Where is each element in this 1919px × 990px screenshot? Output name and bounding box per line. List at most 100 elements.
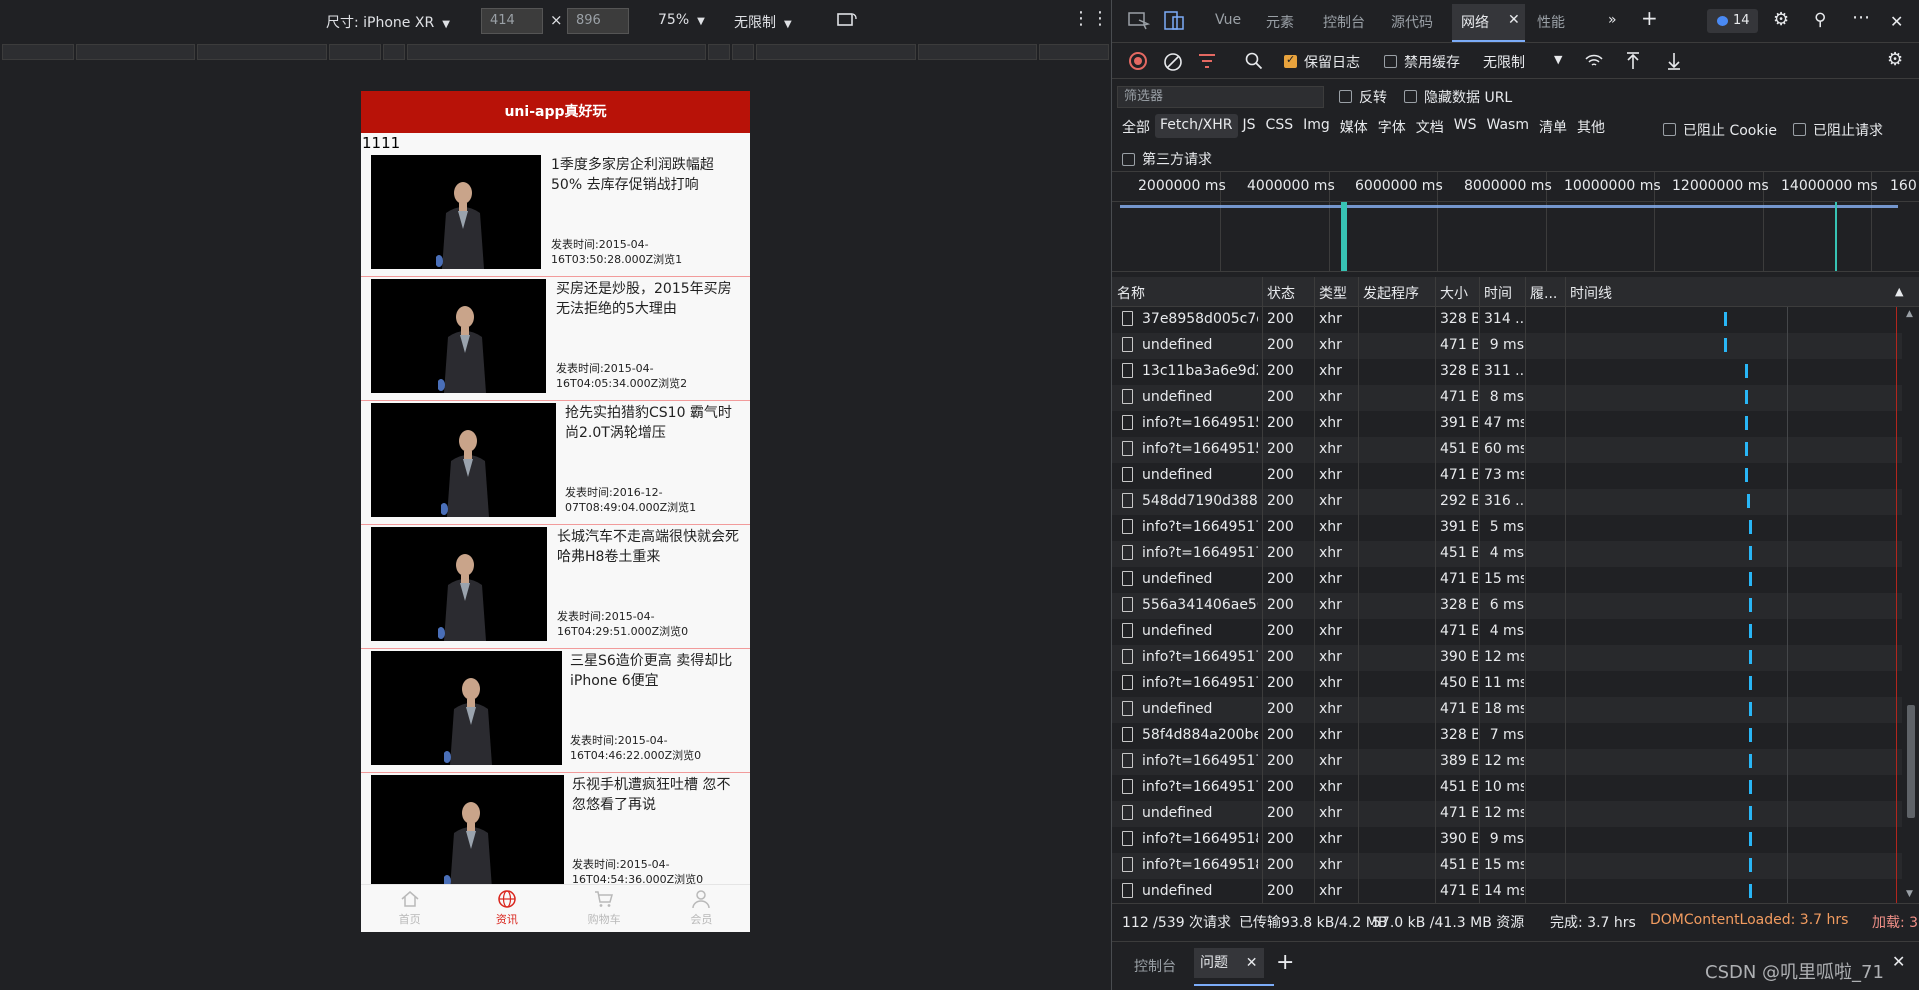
request-row[interactable]: undefined 200 xhr 471 B 73 ms xyxy=(1112,463,1902,489)
device-select[interactable]: 尺寸: iPhone XR ▼ xyxy=(326,12,450,32)
tab-cart[interactable]: 购物车 xyxy=(556,885,653,932)
throttle-select[interactable]: 无限制 ▼ xyxy=(734,12,792,32)
scrollbar-thumb[interactable] xyxy=(1907,705,1915,818)
type-manifest[interactable]: 清单 xyxy=(1534,114,1572,138)
col-name[interactable]: 名称 xyxy=(1117,283,1145,303)
type-js[interactable]: JS xyxy=(1238,114,1261,138)
type-fetch-xhr[interactable]: Fetch/XHR xyxy=(1155,114,1238,138)
ruler-segment[interactable] xyxy=(406,44,707,60)
news-item[interactable]: 三星S6造价更高 卖得却比iPhone 6便宜 发表时间:2015-04-16T0… xyxy=(361,649,750,773)
rows-scrollbar[interactable]: ▲ ▼ xyxy=(1902,307,1919,903)
request-row[interactable]: undefined 200 xhr 471 B 15 ms xyxy=(1112,567,1902,593)
type-font[interactable]: 字体 xyxy=(1373,114,1411,138)
tab-member[interactable]: 会员 xyxy=(653,885,750,932)
request-row[interactable]: info?t=16649515944... 200 xhr 391 B 47 ms xyxy=(1112,411,1902,437)
type-other[interactable]: 其他 xyxy=(1572,114,1610,138)
blocked-cookie-checkbox[interactable] xyxy=(1663,123,1676,136)
news-item[interactable]: 抢先实拍猎豹CS10 霸气时尚2.0T涡轮增压 发表时间:2016-12-07T0… xyxy=(361,401,750,525)
request-row[interactable]: undefined 200 xhr 471 B 9 ms xyxy=(1112,333,1902,359)
sort-up-icon[interactable]: ▲ xyxy=(1895,285,1903,298)
disable-cache-checkbox[interactable] xyxy=(1384,55,1397,68)
more-options-icon[interactable]: ⋮⋮ xyxy=(1072,8,1110,29)
type-wasm[interactable]: Wasm xyxy=(1482,114,1534,138)
request-row[interactable]: 37e8958d005c7d81c... 200 xhr 328 B 314 ... xyxy=(1112,307,1902,333)
tab-performance[interactable]: 性能 xyxy=(1537,12,1565,32)
request-row[interactable]: info?t=16649517237... 200 xhr 451 B 4 ms xyxy=(1112,541,1902,567)
scroll-down-icon[interactable]: ▼ xyxy=(1906,889,1913,899)
request-row[interactable]: info?t=16649517614... 200 xhr 451 B 10 ms xyxy=(1112,775,1902,801)
tab-sources[interactable]: 源代码 xyxy=(1391,12,1433,32)
overview-selection-handle[interactable] xyxy=(1341,202,1347,271)
network-overview[interactable]: 2000000 ms 4000000 ms 6000000 ms 8000000… xyxy=(1112,172,1919,272)
ruler-segment[interactable] xyxy=(2,44,74,60)
issues-badge[interactable]: 14 xyxy=(1707,9,1758,33)
ruler-segment[interactable] xyxy=(755,44,916,60)
news-item[interactable]: 1季度多家房企利润跌幅超50% 去库存促销战打响 发表时间:2015-04-16T… xyxy=(361,153,750,277)
preserve-log-checkbox[interactable] xyxy=(1284,53,1297,68)
col-fulfilled[interactable]: 履... xyxy=(1530,283,1557,303)
request-row[interactable]: undefined 200 xhr 471 B 4 ms xyxy=(1112,619,1902,645)
col-initiator[interactable]: 发起程序 xyxy=(1363,283,1419,303)
add-drawer-tab-icon[interactable]: + xyxy=(1276,950,1294,975)
width-input[interactable]: 414 xyxy=(481,8,543,34)
ruler-segment[interactable] xyxy=(382,44,405,60)
record-icon[interactable] xyxy=(1129,52,1147,70)
request-row[interactable]: 58f4d884a200bea44... 200 xhr 328 B 7 ms xyxy=(1112,723,1902,749)
more-menu-icon[interactable]: ⋯ xyxy=(1852,7,1870,28)
request-row[interactable]: info?t=16649518035... 200 xhr 390 B 9 ms xyxy=(1112,827,1902,853)
ruler-segment[interactable] xyxy=(329,44,381,60)
request-row[interactable]: info?t=16649517614... 200 xhr 389 B 12 ms xyxy=(1112,749,1902,775)
scroll-up-icon[interactable]: ▲ xyxy=(1906,309,1913,319)
filter-icon[interactable] xyxy=(1198,53,1216,69)
type-media[interactable]: 媒体 xyxy=(1335,114,1373,138)
search-icon[interactable] xyxy=(1245,52,1263,70)
invert-checkbox[interactable] xyxy=(1339,90,1352,103)
news-item[interactable]: 乐视手机遭疯狂吐槽 忽不忽悠看了再说 发表时间:2015-04-16T04:54:… xyxy=(361,773,750,897)
add-tab-icon[interactable]: + xyxy=(1641,6,1658,30)
drawer-tab-console[interactable]: 控制台 xyxy=(1134,956,1176,976)
ruler-segment[interactable] xyxy=(1039,44,1109,60)
ruler-segment[interactable] xyxy=(708,44,730,60)
col-time[interactable]: 时间 xyxy=(1484,283,1512,303)
tab-news[interactable]: 资讯 xyxy=(458,885,555,932)
request-row[interactable]: undefined 200 xhr 471 B 18 ms xyxy=(1112,697,1902,723)
more-tabs-icon[interactable]: » xyxy=(1608,12,1617,28)
device-toggle-icon[interactable] xyxy=(1164,11,1186,31)
tab-vue[interactable]: Vue xyxy=(1215,12,1241,28)
tab-elements[interactable]: 元素 xyxy=(1266,12,1294,32)
request-row[interactable]: info?t=16649517444... 200 xhr 450 B 11 ms xyxy=(1112,671,1902,697)
import-har-icon[interactable] xyxy=(1625,52,1641,70)
tab-console[interactable]: 控制台 xyxy=(1323,12,1365,32)
close-drawer-icon[interactable]: ✕ xyxy=(1892,952,1905,971)
type-ws[interactable]: WS xyxy=(1449,114,1482,138)
request-row[interactable]: info?t=16649517237... 200 xhr 391 B 5 ms xyxy=(1112,515,1902,541)
request-row[interactable]: 13c11ba3a6e9d2ccd... 200 xhr 328 B 311 ... xyxy=(1112,359,1902,385)
wifi-settings-icon[interactable] xyxy=(1584,52,1604,70)
request-row[interactable]: undefined 200 xhr 471 B 8 ms xyxy=(1112,385,1902,411)
news-item[interactable]: 长城汽车不走高端很快就会死 哈弗H8卷土重来 发表时间:2015-04-16T04… xyxy=(361,525,750,649)
hide-data-url-checkbox[interactable] xyxy=(1404,90,1417,103)
type-doc[interactable]: 文档 xyxy=(1411,114,1449,138)
gear-icon[interactable]: ⚙ xyxy=(1773,9,1789,30)
type-img[interactable]: Img xyxy=(1298,114,1335,138)
tab-home[interactable]: 首页 xyxy=(361,885,458,932)
close-devtools-icon[interactable]: ✕ xyxy=(1890,12,1903,31)
rotate-icon[interactable] xyxy=(836,10,858,30)
type-css[interactable]: CSS xyxy=(1261,114,1299,138)
clear-icon[interactable] xyxy=(1163,52,1183,72)
request-row[interactable]: undefined 200 xhr 471 B 14 ms xyxy=(1112,879,1902,903)
col-type[interactable]: 类型 xyxy=(1319,283,1347,303)
export-har-icon[interactable] xyxy=(1666,52,1682,70)
col-size[interactable]: 大小 xyxy=(1440,283,1468,303)
col-status[interactable]: 状态 xyxy=(1267,283,1295,303)
ruler-segment[interactable] xyxy=(732,44,754,60)
drawer-tab-issues[interactable]: 问题 ✕ xyxy=(1194,948,1264,978)
request-row[interactable]: info?t=16649515944... 200 xhr 451 B 60 ms xyxy=(1112,437,1902,463)
tab-network[interactable]: 网络 xyxy=(1461,12,1489,32)
ruler-segment[interactable] xyxy=(917,44,1038,60)
request-row[interactable]: undefined 200 xhr 471 B 12 ms xyxy=(1112,801,1902,827)
close-tab-icon[interactable]: ✕ xyxy=(1508,12,1520,28)
third-party-checkbox[interactable] xyxy=(1122,153,1135,166)
zoom-select[interactable]: 75% ▼ xyxy=(658,12,705,28)
request-row[interactable]: 548dd7190d38868fa... 200 xhr 292 B 316 ... xyxy=(1112,489,1902,515)
